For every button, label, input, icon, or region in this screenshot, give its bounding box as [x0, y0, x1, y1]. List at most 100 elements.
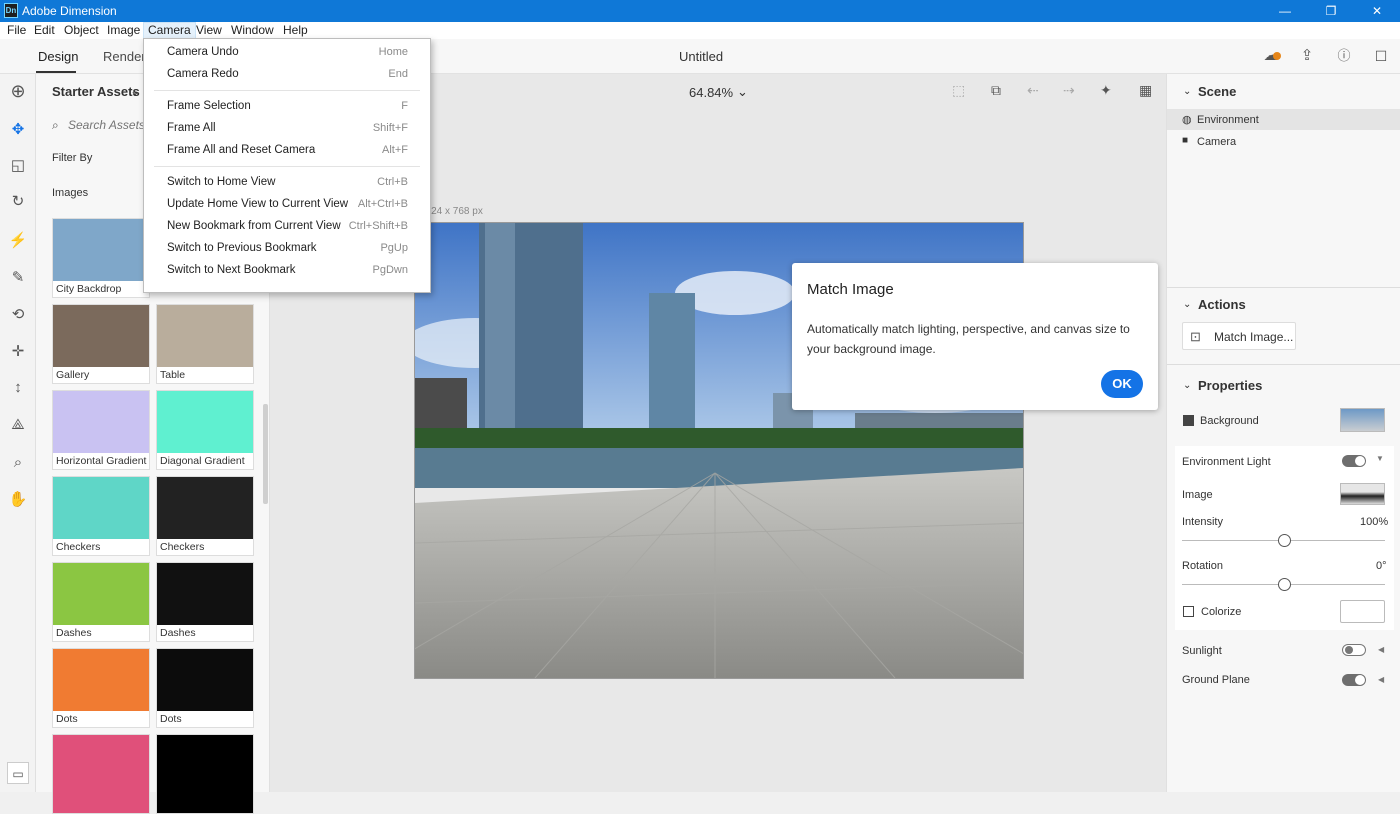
environment-image-thumbnail[interactable]	[1340, 483, 1385, 505]
match-image-button[interactable]: ⊡ Match Image...	[1182, 322, 1296, 350]
chevron-down-icon[interactable]: ⌄	[1183, 86, 1191, 97]
menu-item-label: Frame All and Reset Camera	[167, 144, 316, 156]
chevron-down-icon[interactable]: ⌄	[1183, 299, 1191, 310]
menu-item-frame-all-reset[interactable]: Frame All and Reset Camera Alt+F	[144, 139, 430, 161]
dialog-ok-button[interactable]: OK	[1101, 370, 1143, 398]
cloud-sync-icon[interactable]: ☁	[1260, 46, 1282, 66]
camera-menu-dropdown: Camera Undo Home Camera Redo End Frame Sel…	[143, 38, 431, 293]
actions-title: Actions	[1198, 297, 1246, 312]
asset-thumbnail[interactable]: Dots	[156, 648, 254, 728]
divider	[1167, 364, 1400, 365]
environment-light-toggle[interactable]	[1342, 455, 1366, 467]
asset-thumbnail[interactable]: Diagonal Gradient	[156, 390, 254, 470]
asset-thumbnail[interactable]: City Backdrop	[52, 218, 150, 298]
rotation-label: Rotation	[1182, 560, 1223, 572]
grid-toggle-icon[interactable]: ▦	[1139, 82, 1152, 99]
menu-camera[interactable]: Camera	[143, 22, 196, 39]
select-tool-icon[interactable]: ✥	[7, 119, 29, 141]
zoom-tool-icon[interactable]: ⌕	[7, 452, 29, 474]
collapse-icon[interactable]: ◀	[1378, 645, 1384, 654]
assets-title[interactable]: Starter Assets	[52, 84, 140, 99]
asset-thumbnail[interactable]: Dashes	[52, 562, 150, 642]
menu-help[interactable]: Help	[279, 23, 312, 38]
minimize-button[interactable]: —	[1262, 0, 1308, 22]
zoom-chevron-icon[interactable]: ⌄	[737, 84, 748, 100]
sunlight-label: Sunlight	[1182, 645, 1222, 657]
close-button[interactable]: ✕	[1354, 0, 1400, 22]
menu-item-switch-home-view[interactable]: Switch to Home View Ctrl+B	[144, 171, 430, 193]
dolly-camera-icon[interactable]: ↕	[7, 377, 29, 399]
menu-item-frame-all[interactable]: Frame All Shift+F	[144, 117, 430, 139]
expand-icon[interactable]: ▼	[1376, 454, 1384, 463]
menu-item-frame-selection[interactable]: Frame Selection F	[144, 95, 430, 117]
add-bookmark-icon[interactable]: ✦	[1100, 82, 1112, 99]
asset-thumbnail[interactable]: Table	[156, 304, 254, 384]
menu-item-camera-redo[interactable]: Camera Redo End	[144, 63, 430, 85]
asset-thumbnail[interactable]	[52, 734, 150, 814]
hand-tool-icon[interactable]: ✋	[7, 489, 29, 511]
menu-item-previous-bookmark[interactable]: Switch to Previous Bookmark PgUp	[144, 237, 430, 259]
menu-object[interactable]: Object	[60, 23, 103, 38]
background-checkbox[interactable]	[1183, 415, 1194, 426]
magic-wand-icon[interactable]: ⚡	[7, 230, 29, 252]
chevron-down-icon[interactable]: ⌄	[130, 84, 140, 98]
assets-scrollbar[interactable]	[263, 404, 268, 504]
filter-by-label[interactable]: Filter By	[52, 152, 92, 164]
sunlight-toggle[interactable]	[1342, 644, 1366, 656]
panel-toggle-icon[interactable]: ▭	[7, 762, 29, 784]
ground-plane-toggle[interactable]	[1342, 674, 1366, 686]
help-icon[interactable]: ⓘ	[1333, 46, 1355, 66]
background-thumbnail[interactable]	[1340, 408, 1385, 432]
horizon-tool-icon[interactable]: ⟁	[7, 414, 29, 436]
scene-item-camera[interactable]: ■ Camera	[1167, 131, 1400, 152]
menu-file[interactable]: File	[3, 23, 30, 38]
menu-item-label: Switch to Next Bookmark	[167, 264, 296, 276]
window-title: Adobe Dimension	[22, 4, 117, 18]
restore-button[interactable]: ❐	[1308, 0, 1354, 22]
intensity-slider-handle[interactable]	[1277, 534, 1291, 547]
asset-thumbnail[interactable]: Horizontal Gradient	[52, 390, 150, 470]
asset-thumbnail[interactable]: Gallery	[52, 304, 150, 384]
menu-item-camera-undo[interactable]: Camera Undo Home	[144, 41, 430, 63]
menu-image[interactable]: Image	[103, 23, 144, 38]
scene-item-environment[interactable]: ◍ Environment	[1167, 109, 1400, 130]
scene-panel: ⌄ Scene ◍ Environment ■ Camera ⌄ Actions…	[1166, 74, 1400, 792]
menu-view[interactable]: View	[192, 23, 226, 38]
menu-item-shortcut: PgUp	[380, 242, 408, 254]
orbit-tool-icon[interactable]: ↻	[7, 191, 29, 213]
menu-item-next-bookmark[interactable]: Switch to Next Bookmark PgDwn	[144, 259, 430, 281]
asset-thumbnail[interactable]	[156, 734, 254, 814]
pan-camera-icon[interactable]: ✛	[7, 341, 29, 363]
next-bookmark-icon[interactable]: ⇢	[1063, 82, 1075, 99]
artboard-tool-icon[interactable]: ◱	[7, 155, 29, 177]
chevron-down-icon[interactable]: ⌄	[1183, 380, 1191, 391]
menu-item-new-bookmark[interactable]: New Bookmark from Current View Ctrl+Shift…	[144, 215, 430, 237]
tab-design[interactable]: Design	[38, 49, 78, 64]
frame-selection-icon[interactable]: ⬚	[952, 82, 965, 99]
asset-thumbnail[interactable]: Dots	[52, 648, 150, 728]
feedback-icon[interactable]: ☐	[1370, 46, 1392, 66]
colorize-checkbox[interactable]	[1183, 606, 1194, 617]
tab-render[interactable]: Render	[103, 49, 146, 64]
sample-tool-icon[interactable]: ✎	[7, 267, 29, 289]
asset-label: Horizontal Gradient	[56, 455, 147, 467]
colorize-swatch[interactable]	[1340, 600, 1385, 623]
asset-thumbnail[interactable]: Checkers	[52, 476, 150, 556]
menu-item-update-home-view[interactable]: Update Home View to Current View Alt+Ctrl…	[144, 193, 430, 215]
asset-thumbnail[interactable]: Checkers	[156, 476, 254, 556]
zoom-level[interactable]: 64.84%	[689, 85, 733, 100]
share-icon[interactable]: ⇪	[1296, 46, 1318, 66]
asset-preview	[157, 391, 253, 453]
camera-bookmark-icon[interactable]: ⧉	[991, 82, 1001, 99]
previous-bookmark-icon[interactable]: ⇠	[1027, 82, 1039, 99]
rotation-slider-handle[interactable]	[1277, 578, 1291, 591]
menu-edit[interactable]: Edit	[30, 23, 59, 38]
orbit-camera-icon[interactable]: ⟲	[7, 304, 29, 326]
collapse-icon[interactable]: ◀	[1378, 675, 1384, 684]
menu-window[interactable]: Window	[227, 23, 278, 38]
asset-preview	[53, 305, 149, 367]
search-assets-input[interactable]	[68, 116, 148, 134]
asset-thumbnail[interactable]: Dashes	[156, 562, 254, 642]
menu-item-label: New Bookmark from Current View	[167, 220, 341, 232]
add-icon[interactable]: ⊕	[7, 80, 29, 102]
